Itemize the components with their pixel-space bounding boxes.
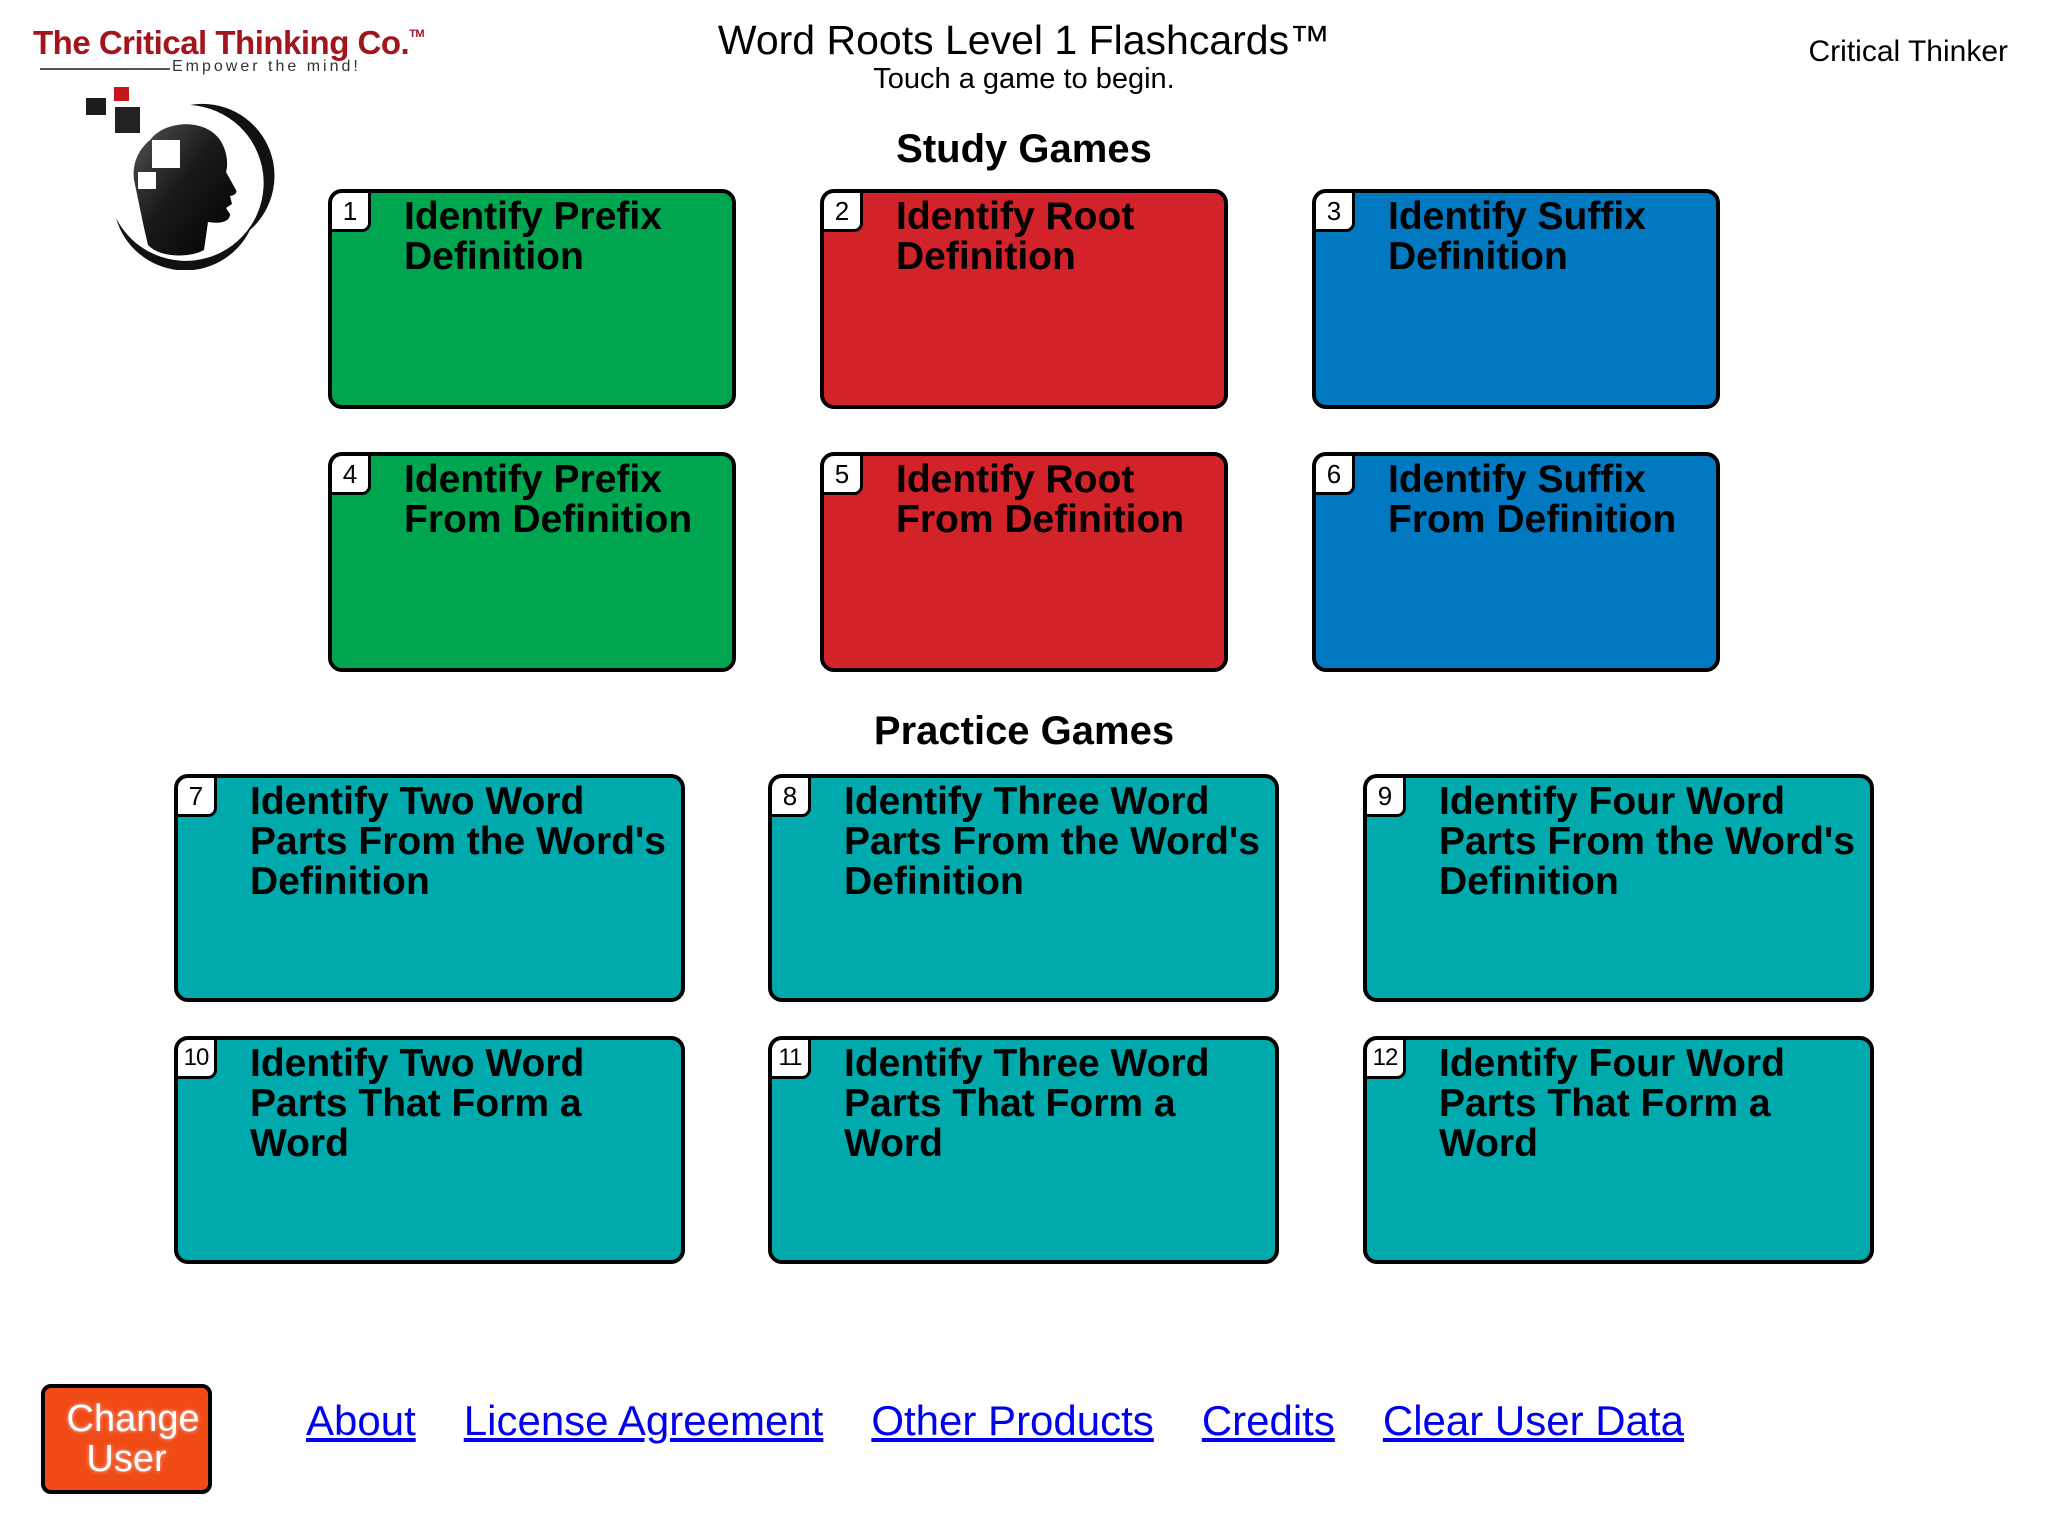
game-card-8[interactable]: 8 Identify Three Word Parts From the Wor… xyxy=(768,774,1279,1002)
game-card-label: Identify Prefix Definition xyxy=(404,195,662,278)
game-card-1[interactable]: 1 Identify Prefix Definition xyxy=(328,189,736,409)
game-card-5[interactable]: 5 Identify Root From Definition xyxy=(820,452,1228,672)
game-card-3[interactable]: 3 Identify Suffix Definition xyxy=(1312,189,1720,409)
other-products-link[interactable]: Other Products xyxy=(871,1396,1153,1446)
app-subtitle: Touch a game to begin. xyxy=(873,63,1175,95)
study-games-heading: Study Games xyxy=(896,127,1152,171)
game-number-badge: 12 xyxy=(1367,1040,1406,1079)
game-number-badge: 9 xyxy=(1367,778,1406,817)
game-card-label: Identify Two Word Parts From the Word's … xyxy=(250,780,666,903)
current-user-name: Critical Thinker xyxy=(1808,35,2009,68)
game-card-label: Identify Four Word Parts From the Word's… xyxy=(1439,780,1855,903)
game-number-badge: 3 xyxy=(1316,193,1355,232)
game-number-badge: 10 xyxy=(178,1040,217,1079)
game-card-4[interactable]: 4 Identify Prefix From Definition xyxy=(328,452,736,672)
game-card-2[interactable]: 2 Identify Root Definition xyxy=(820,189,1228,409)
game-card-label: Identify Suffix From Definition xyxy=(1388,458,1677,541)
game-number-badge: 4 xyxy=(332,456,371,495)
game-card-label: Identify Two Word Parts That Form a Word xyxy=(250,1042,585,1165)
game-card-12[interactable]: 12 Identify Four Word Parts That Form a … xyxy=(1363,1036,1874,1264)
game-number-badge: 2 xyxy=(824,193,863,232)
game-card-9[interactable]: 9 Identify Four Word Parts From the Word… xyxy=(1363,774,1874,1002)
game-card-label: Identify Prefix From Definition xyxy=(404,458,693,541)
game-card-11[interactable]: 11 Identify Three Word Parts That Form a… xyxy=(768,1036,1279,1264)
about-link[interactable]: About xyxy=(306,1396,416,1446)
game-card-10[interactable]: 10 Identify Two Word Parts That Form a W… xyxy=(174,1036,685,1264)
game-card-label: Identify Root From Definition xyxy=(896,458,1185,541)
footer-links: About License Agreement Other Products C… xyxy=(306,1396,1684,1446)
game-card-6[interactable]: 6 Identify Suffix From Definition xyxy=(1312,452,1720,672)
game-card-label: Identify Suffix Definition xyxy=(1388,195,1646,278)
game-number-badge: 11 xyxy=(772,1040,811,1079)
game-number-badge: 5 xyxy=(824,456,863,495)
game-card-label: Identify Root Definition xyxy=(896,195,1135,278)
change-user-label: Change User xyxy=(66,1398,200,1480)
game-card-label: Identify Three Word Parts From the Word'… xyxy=(844,780,1260,903)
head-silhouette-icon xyxy=(80,80,280,271)
game-number-badge: 7 xyxy=(178,778,217,817)
app-title: Word Roots Level 1 Flashcards™ xyxy=(717,17,1331,63)
game-number-badge: 1 xyxy=(332,193,371,232)
game-card-7[interactable]: 7 Identify Two Word Parts From the Word'… xyxy=(174,774,685,1002)
clear-user-data-link[interactable]: Clear User Data xyxy=(1383,1396,1684,1446)
game-number-badge: 8 xyxy=(772,778,811,817)
game-card-label: Identify Four Word Parts That Form a Wor… xyxy=(1439,1042,1785,1165)
credits-link[interactable]: Credits xyxy=(1202,1396,1335,1446)
game-number-badge: 6 xyxy=(1316,456,1355,495)
license-agreement-link[interactable]: License Agreement xyxy=(464,1396,824,1446)
change-user-button[interactable]: Change User xyxy=(41,1384,212,1494)
game-card-label: Identify Three Word Parts That Form a Wo… xyxy=(844,1042,1210,1165)
practice-games-heading: Practice Games xyxy=(873,709,1175,753)
